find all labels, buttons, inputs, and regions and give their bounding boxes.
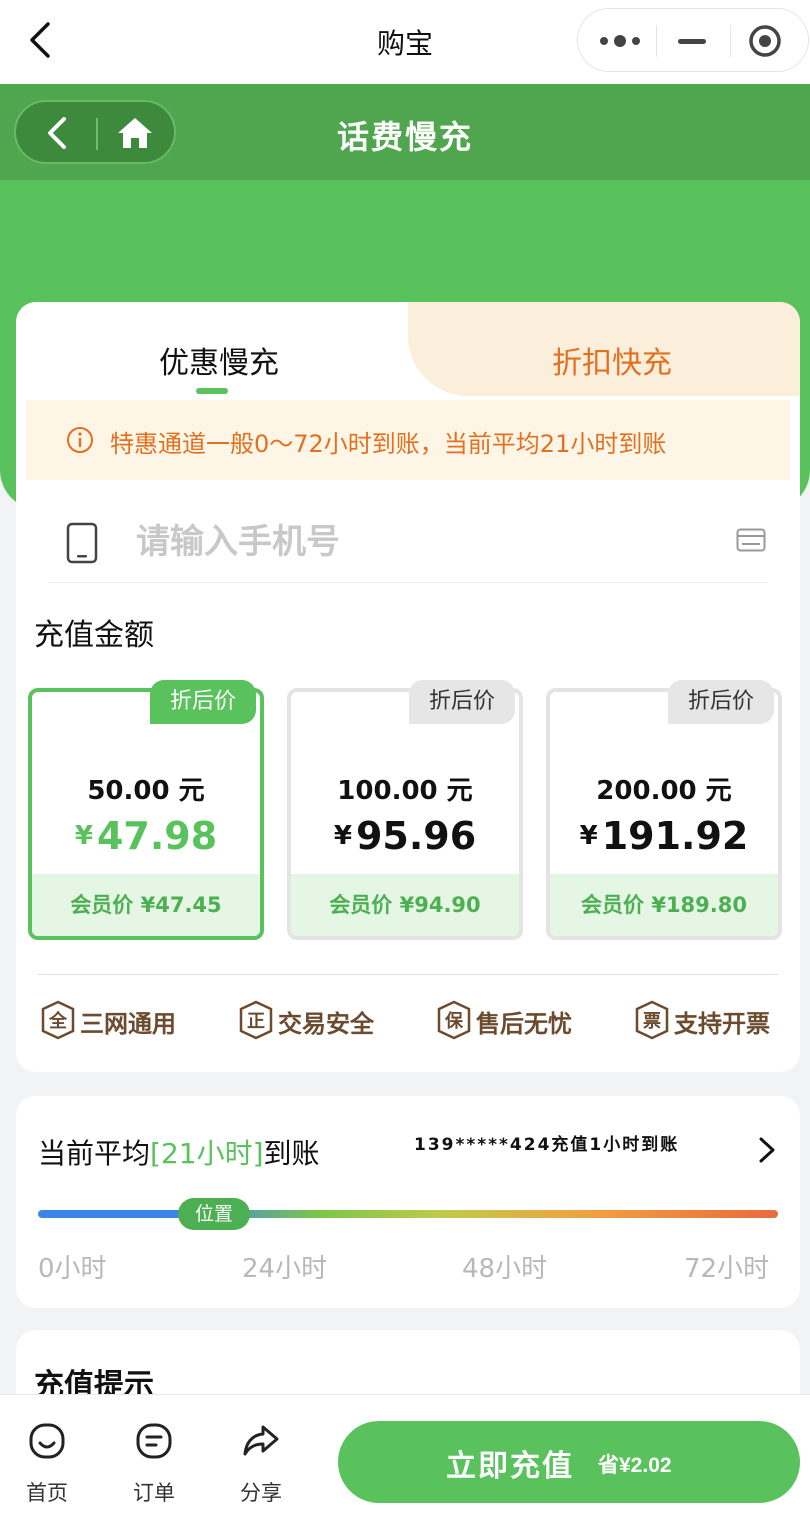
face-value: 100.00 元 bbox=[337, 776, 473, 806]
page-title: 话费慢充 bbox=[336, 118, 473, 156]
input-underline bbox=[48, 582, 768, 583]
order-icon bbox=[136, 1423, 172, 1459]
saving-amount: 省¥2.02 bbox=[598, 1454, 672, 1477]
notice-text: 特惠通道一般0～72小时到账，当前平均21小时到账 bbox=[110, 430, 667, 458]
info-icon bbox=[67, 427, 93, 453]
svg-text:票: 票 bbox=[643, 1011, 661, 1032]
discount-price: ¥47.98 bbox=[32, 814, 260, 858]
guarantee-label: 售后无忧 bbox=[476, 1010, 572, 1038]
average-arrival-text: 当前平均[21小时]到账 bbox=[38, 1132, 320, 1172]
amount-option-200[interactable]: 折后价 200.00 元 ¥191.92 会员价 ¥189.80 bbox=[546, 680, 782, 940]
discount-badge: 折后价 bbox=[408, 680, 515, 724]
recent-recharge-ticker: 139*****424充值1小时到账 bbox=[414, 1135, 680, 1155]
tab-slow-charge[interactable]: 优惠慢充 bbox=[159, 338, 279, 382]
close-target-icon[interactable] bbox=[748, 24, 782, 58]
mini-program-topbar: 购宝 bbox=[0, 0, 810, 84]
more-dots-icon[interactable] bbox=[598, 29, 646, 53]
capsule-menu bbox=[577, 8, 809, 72]
member-price: 会员价 ¥94.90 bbox=[291, 874, 519, 936]
tick-label: 72小时 bbox=[684, 1254, 770, 1284]
amount-option-50[interactable]: 折后价 50.00 元 ¥47.98 会员价 ¥47.45 bbox=[28, 680, 264, 940]
amount-option-100[interactable]: 折后价 100.00 元 ¥95.96 会员价 ¥94.90 bbox=[287, 680, 523, 940]
discount-badge: 折后价 bbox=[667, 680, 774, 724]
guarantee-divider bbox=[38, 974, 778, 975]
discount-badge: 折后价 bbox=[149, 680, 256, 724]
capsule-separator bbox=[730, 25, 731, 57]
contact-book-icon[interactable] bbox=[736, 528, 766, 552]
member-price: 会员价 ¥47.45 bbox=[32, 874, 260, 936]
shield-piao-icon: 票 bbox=[635, 1000, 669, 1040]
currency-symbol: ¥ bbox=[74, 821, 93, 851]
recharge-card: 优惠慢充 折扣快充 特惠通道一般0～72小时到账，当前平均21小时到账 充值金额… bbox=[16, 302, 800, 1072]
discount-price: ¥191.92 bbox=[550, 814, 778, 858]
nav-home-label: 首页 bbox=[26, 1481, 68, 1505]
home-face-icon bbox=[29, 1423, 65, 1459]
tick-label: 48小时 bbox=[462, 1254, 548, 1284]
currency-symbol: ¥ bbox=[333, 821, 352, 851]
face-value: 50.00 元 bbox=[87, 776, 205, 806]
chevron-right-icon[interactable] bbox=[756, 1136, 778, 1164]
currency-symbol: ¥ bbox=[579, 821, 598, 851]
shield-zheng-icon: 正 bbox=[239, 1000, 273, 1040]
price-value: 191.92 bbox=[601, 814, 749, 858]
capsule-separator bbox=[656, 25, 657, 57]
recharge-now-label: 立即充值 bbox=[446, 1449, 574, 1484]
minimize-icon[interactable] bbox=[678, 39, 706, 44]
face-value: 200.00 元 bbox=[596, 776, 732, 806]
shield-quan-icon: 全 bbox=[41, 1000, 75, 1040]
nav-share-label: 分享 bbox=[240, 1481, 282, 1505]
phone-icon bbox=[66, 522, 98, 564]
member-price: 会员价 ¥189.80 bbox=[550, 874, 778, 936]
shield-bao-icon: 保 bbox=[437, 1000, 471, 1040]
svg-text:全: 全 bbox=[48, 1010, 68, 1032]
guarantee-label: 支持开票 bbox=[674, 1010, 770, 1038]
svg-text:正: 正 bbox=[247, 1011, 265, 1032]
recharge-now-button[interactable]: 立即充值 省¥2.02 bbox=[338, 1421, 800, 1503]
nav-home[interactable]: 首页 bbox=[12, 1421, 82, 1507]
price-value: 95.96 bbox=[355, 814, 477, 858]
notice-banner: 特惠通道一般0～72小时到账，当前平均21小时到账 bbox=[26, 400, 790, 480]
discount-price: ¥95.96 bbox=[291, 814, 519, 858]
guarantee-label: 三网通用 bbox=[80, 1010, 176, 1038]
arrival-time-card[interactable]: 当前平均[21小时]到账 139*****424充值1小时到账 位置 0小时 2… bbox=[16, 1096, 800, 1308]
position-marker: 位置 bbox=[178, 1198, 250, 1230]
arrival-progress-bar bbox=[38, 1210, 778, 1218]
avg-prefix: 当前平均 bbox=[38, 1137, 151, 1170]
tick-label: 0小时 bbox=[38, 1254, 107, 1284]
bottom-action-bar: 首页 订单 分享 立即充值 省¥2.02 bbox=[0, 1394, 810, 1532]
guarantee-label: 交易安全 bbox=[278, 1010, 374, 1038]
tick-label: 24小时 bbox=[242, 1254, 328, 1284]
nav-orders-label: 订单 bbox=[133, 1481, 175, 1505]
nav-orders[interactable]: 订单 bbox=[119, 1421, 189, 1507]
amount-section-title: 充值金额 bbox=[34, 618, 154, 653]
avg-suffix: 到账 bbox=[263, 1137, 320, 1170]
price-value: 47.98 bbox=[96, 814, 218, 858]
phone-number-input[interactable] bbox=[136, 514, 696, 570]
svg-text:保: 保 bbox=[444, 1010, 464, 1032]
share-icon bbox=[243, 1425, 279, 1456]
tab-active-indicator bbox=[196, 388, 228, 394]
tab-fast-charge-label[interactable]: 折扣快充 bbox=[552, 338, 672, 382]
nav-share[interactable]: 分享 bbox=[226, 1421, 296, 1507]
avg-highlight: [21小时] bbox=[150, 1137, 264, 1170]
